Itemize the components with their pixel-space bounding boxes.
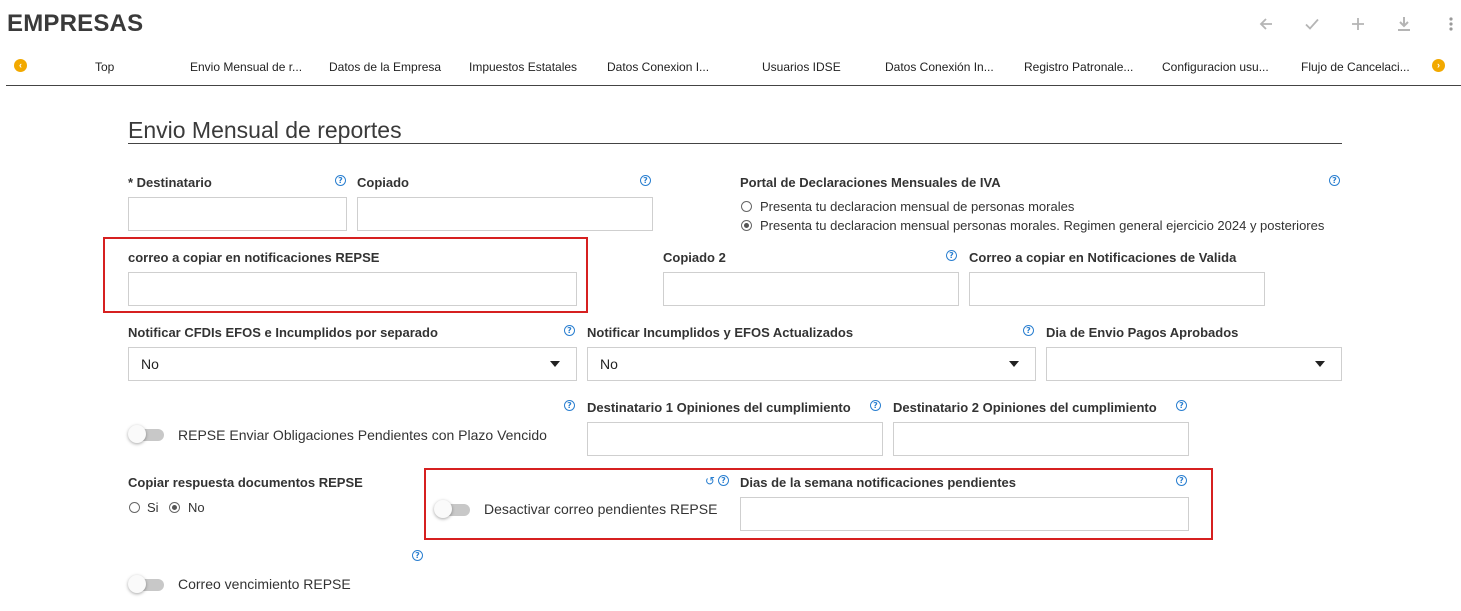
copiar-respuesta-no-radio[interactable] [169, 502, 180, 513]
help-icon[interactable]: ? [412, 550, 423, 561]
copiado-input[interactable] [357, 197, 653, 231]
copiar-respuesta-si-radio[interactable] [129, 502, 140, 513]
notificar-cfdis-value: No [141, 356, 159, 372]
portal-option-2-label: Presenta tu declaracion mensual personas… [760, 218, 1325, 233]
help-icon[interactable]: ? [1023, 325, 1034, 336]
tab-configuracion-usu[interactable]: Configuracion usu... [1162, 60, 1269, 74]
destinatario1-input[interactable] [587, 422, 883, 456]
portal-radio-option-2[interactable] [741, 220, 752, 231]
notificar-incumplidos-label: Notificar Incumplidos y EFOS Actualizado… [587, 325, 854, 340]
tab-impuestos-estatales[interactable]: Impuestos Estatales [469, 60, 577, 74]
correo-vencimiento-toggle[interactable] [128, 575, 164, 593]
help-icon[interactable]: ? [564, 400, 575, 411]
help-icon[interactable]: ? [946, 250, 957, 261]
help-icon[interactable]: ? [718, 475, 729, 486]
tab-top[interactable]: Top [95, 60, 114, 74]
destinatario2-input[interactable] [893, 422, 1189, 456]
correo-valida-input[interactable] [969, 272, 1265, 306]
repse-obligaciones-toggle[interactable] [128, 425, 164, 443]
desactivar-correo-label: Desactivar correo pendientes REPSE [484, 501, 718, 517]
help-icon[interactable]: ? [1329, 175, 1340, 186]
page-title: EMPRESAS [7, 10, 144, 37]
download-icon[interactable] [1392, 12, 1416, 36]
history-icon[interactable]: ↺ [705, 474, 715, 488]
help-icon[interactable]: ? [1176, 475, 1187, 486]
destinatario-label: * Destinatario [128, 175, 212, 190]
section-divider [128, 143, 1342, 144]
tab-envio-mensual[interactable]: Envio Mensual de r... [190, 60, 302, 74]
tab-datos-conexion-in[interactable]: Datos Conexión In... [885, 60, 994, 74]
check-icon[interactable] [1300, 12, 1324, 36]
tab-datos-empresa[interactable]: Datos de la Empresa [329, 60, 441, 74]
correo-repse-label: correo a copiar en notificaciones REPSE [128, 250, 380, 265]
tab-registro-patronales[interactable]: Registro Patronale... [1024, 60, 1133, 74]
dia-envio-select[interactable] [1046, 347, 1342, 381]
notificar-incumplidos-value: No [600, 356, 618, 372]
correo-repse-input[interactable] [128, 272, 577, 306]
repse-obligaciones-label: REPSE Enviar Obligaciones Pendientes con… [178, 427, 547, 443]
dia-envio-label: Dia de Envio Pagos Aprobados [1046, 325, 1239, 340]
caret-down-icon [1009, 361, 1019, 367]
portal-radio-option-1[interactable] [741, 201, 752, 212]
copiado2-label: Copiado 2 [663, 250, 726, 265]
copiar-respuesta-si-label: Si [147, 500, 159, 515]
help-icon[interactable]: ? [1176, 400, 1187, 411]
copiado-label: Copiado [357, 175, 409, 190]
help-icon[interactable]: ? [335, 175, 346, 186]
desactivar-correo-toggle[interactable] [434, 500, 470, 518]
tabs-scroll-left-icon[interactable]: ‹ [14, 59, 27, 72]
dias-semana-input[interactable] [740, 497, 1189, 531]
correo-vencimiento-label: Correo vencimiento REPSE [178, 576, 351, 592]
copiar-respuesta-label: Copiar respuesta documentos REPSE [128, 475, 363, 490]
notificar-incumplidos-select[interactable]: No [587, 347, 1036, 381]
copiar-respuesta-no-label: No [188, 500, 205, 515]
tab-datos-conexion-i[interactable]: Datos Conexion I... [607, 60, 709, 74]
dias-semana-label: Dias de la semana notificaciones pendien… [740, 475, 1016, 490]
help-icon[interactable]: ? [870, 400, 881, 411]
destinatario-input[interactable] [128, 197, 347, 231]
correo-valida-label: Correo a copiar en Notificaciones de Val… [969, 250, 1237, 265]
section-title: Envio Mensual de reportes [128, 117, 402, 143]
destinatario1-label: Destinatario 1 Opiniones del cumplimient… [587, 400, 851, 415]
portal-label: Portal de Declaraciones Mensuales de IVA [740, 175, 1001, 190]
copiado2-input[interactable] [663, 272, 959, 306]
kebab-menu-icon[interactable] [1439, 12, 1461, 36]
caret-down-icon [550, 361, 560, 367]
tab-usuarios-idse[interactable]: Usuarios IDSE [762, 60, 841, 74]
tab-flujo-cancelacion[interactable]: Flujo de Cancelaci... [1301, 60, 1410, 74]
help-icon[interactable]: ? [640, 175, 651, 186]
help-icon[interactable]: ? [564, 325, 575, 336]
arrow-left-icon[interactable] [1254, 12, 1278, 36]
destinatario2-label: Destinatario 2 Opiniones del cumplimient… [893, 400, 1157, 415]
plus-icon[interactable] [1346, 12, 1370, 36]
notificar-cfdis-select[interactable]: No [128, 347, 577, 381]
caret-down-icon [1315, 361, 1325, 367]
notificar-cfdis-label: Notificar CFDIs EFOS e Incumplidos por s… [128, 325, 438, 340]
portal-option-1-label: Presenta tu declaracion mensual de perso… [760, 199, 1075, 214]
tabs-scroll-right-icon[interactable]: › [1432, 59, 1445, 72]
